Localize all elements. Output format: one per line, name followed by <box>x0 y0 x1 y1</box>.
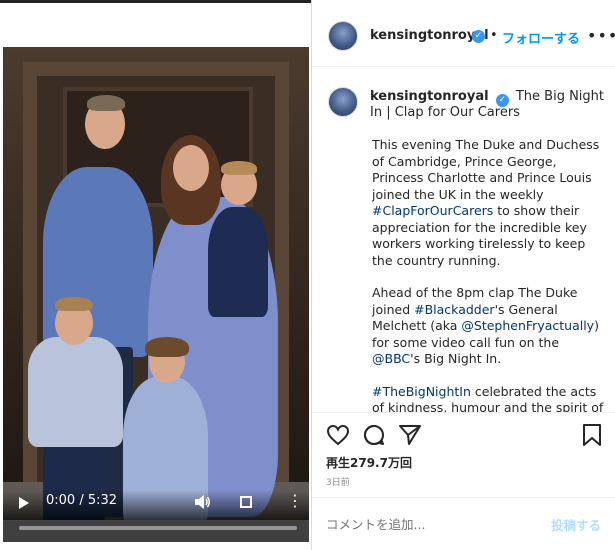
share-icon[interactable] <box>398 423 422 447</box>
avatar[interactable] <box>328 21 358 51</box>
verified-icon: ✓ <box>472 30 485 43</box>
view-count[interactable]: 再生279.7万回 <box>326 454 412 471</box>
hashtag-blackadder[interactable]: #Blackadder <box>414 302 494 317</box>
instagram-post-view: 0:00 / 5:32 ⋮ kensingtonroyal ✓ • フォローする… <box>0 0 615 550</box>
play-icon[interactable] <box>19 497 29 509</box>
video-figure-toddler-hair <box>221 161 257 175</box>
hashtag-clapforourcarers[interactable]: #ClapForOurCarers <box>372 203 493 218</box>
mention-bbc[interactable]: @BBC <box>372 351 410 366</box>
post-header: kensingtonroyal ✓ • フォローする ••• <box>312 3 615 67</box>
post-sidebar: kensingtonroyal ✓ • フォローする ••• kensingto… <box>311 0 615 550</box>
comment-bar: 投稿する <box>312 497 615 550</box>
hashtag-thebignightin[interactable]: #TheBigNightIn <box>372 384 471 399</box>
caption-text: 's Big Night In. <box>410 351 502 366</box>
video-figure-toddler <box>208 207 268 317</box>
post-comment-button[interactable]: 投稿する <box>551 515 601 534</box>
caption-paragraph-3: #TheBigNightIn celebrated the acts of ki… <box>372 384 607 413</box>
mention-stephenfryactually[interactable]: @StephenFryactually <box>461 318 594 333</box>
more-icon[interactable]: ⋮ <box>287 493 303 509</box>
follow-button[interactable]: フォローする <box>502 28 580 47</box>
caption-title: kensingtonroyal ✓ The Big Night In | Cla… <box>370 89 610 121</box>
video-figure-mother-face <box>173 145 209 191</box>
caption-paragraph-2: Ahead of the 8pm clap The Duke joined #B… <box>372 285 607 368</box>
video-player[interactable] <box>3 47 309 520</box>
bookmark-icon[interactable] <box>580 423 604 447</box>
comment-input[interactable] <box>326 514 526 534</box>
post-date: 3日前 <box>326 478 350 488</box>
caption-paragraph-1: This evening The Duke and Duchess of Cam… <box>372 137 607 269</box>
heart-icon[interactable] <box>326 423 350 447</box>
header-username[interactable]: kensingtonroyal <box>370 28 489 43</box>
caption-username[interactable]: kensingtonroyal <box>370 89 489 104</box>
comment-icon[interactable] <box>362 423 386 447</box>
video-controls: 0:00 / 5:32 ⋮ <box>3 490 309 542</box>
caption-area: kensingtonroyal ✓ The Big Night In | Cla… <box>312 67 615 412</box>
video-figure-boy <box>28 337 123 447</box>
caption-verified-icon: ✓ <box>495 94 509 107</box>
fullscreen-icon[interactable] <box>240 496 252 508</box>
more-options-icon[interactable]: ••• <box>587 26 615 45</box>
video-figure-boy-hair <box>55 297 93 311</box>
header-separator: • <box>490 28 498 43</box>
video-progress-bar[interactable] <box>19 526 297 530</box>
video-time: 0:00 / 5:32 <box>46 493 118 508</box>
caption-avatar[interactable] <box>328 87 358 117</box>
volume-icon[interactable] <box>195 495 211 509</box>
caption-body: This evening The Duke and Duchess of Cam… <box>372 137 607 412</box>
action-bar <box>312 412 615 460</box>
video-figure-girl-hair <box>145 337 189 357</box>
caption-text: This evening The Duke and Duchess of Cam… <box>372 137 600 202</box>
video-figure-father-hair <box>87 95 125 111</box>
